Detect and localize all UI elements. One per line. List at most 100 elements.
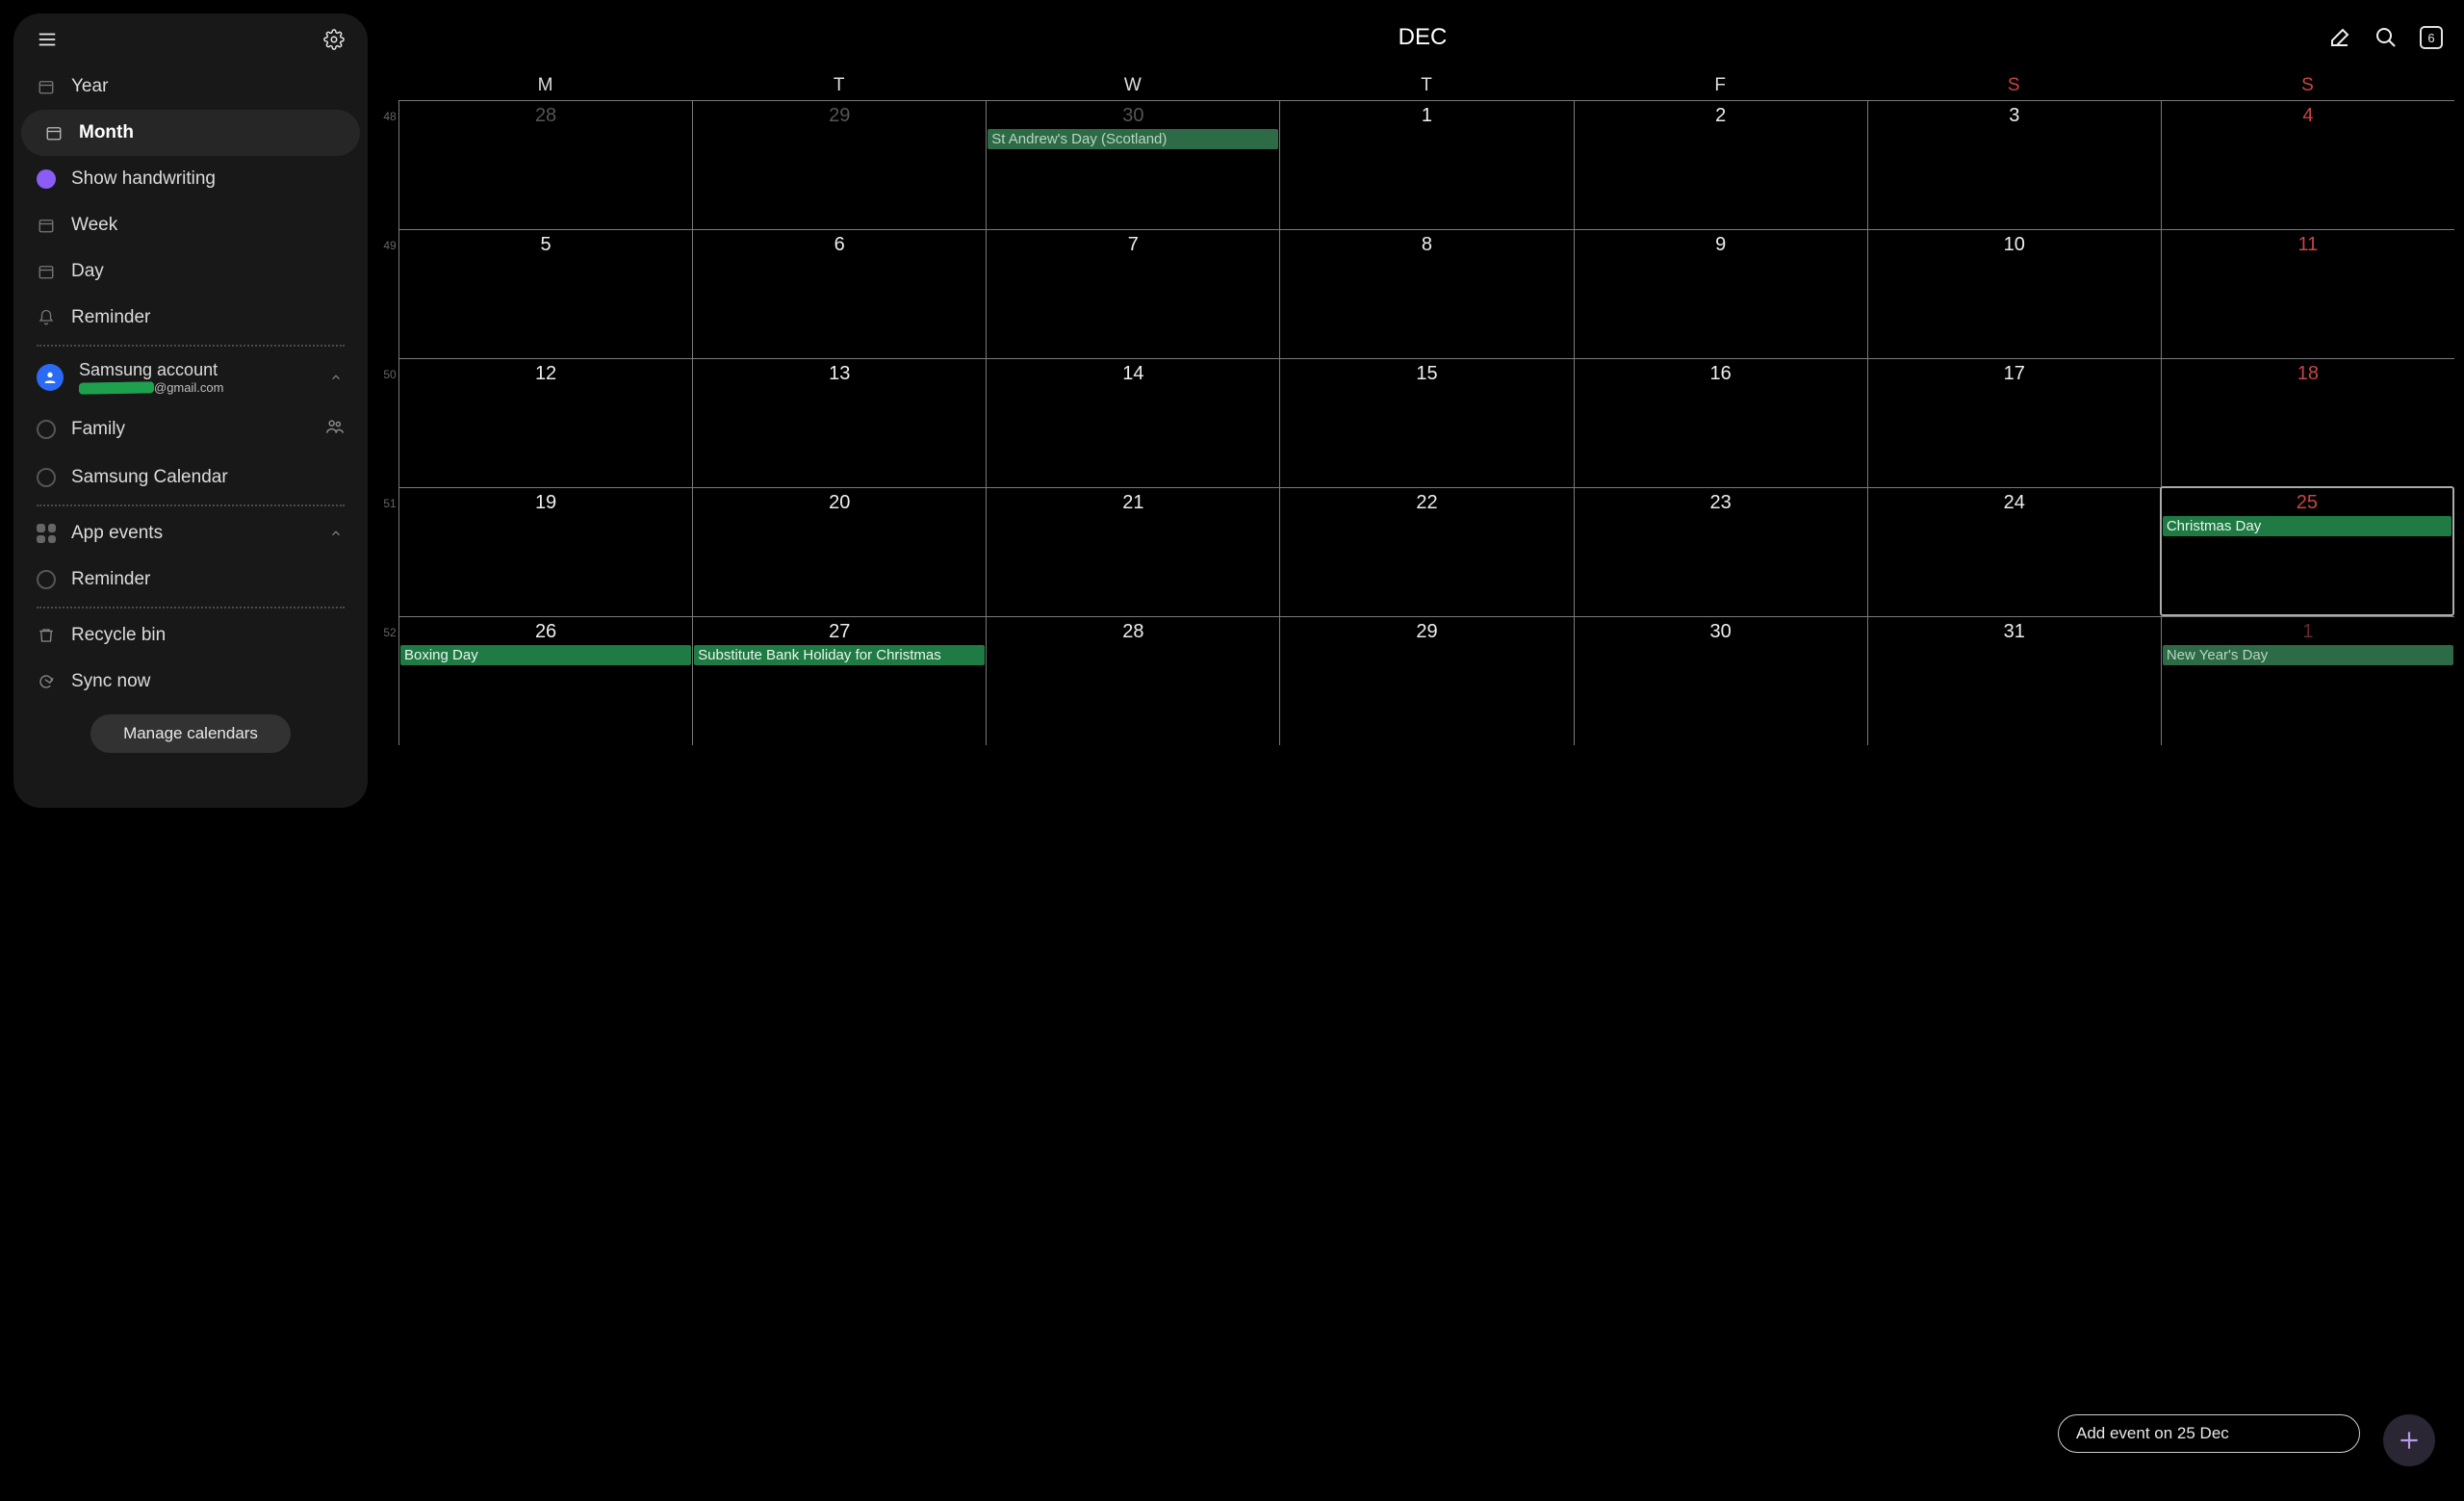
day-cell[interactable]: 21: [986, 487, 1279, 616]
chevron-up-icon[interactable]: [327, 525, 345, 542]
day-cell[interactable]: 28: [398, 100, 692, 229]
day-cell[interactable]: 30: [1574, 616, 1867, 745]
calendar-icon: [37, 216, 56, 235]
calendar-icon: [37, 77, 56, 96]
day-cell[interactable]: 25Christmas Day: [2160, 486, 2454, 616]
event-chip[interactable]: St Andrew's Day (Scotland): [988, 129, 1278, 149]
sidebar-sync[interactable]: Sync now: [13, 659, 368, 705]
calendar-grid: 48282930St Andrew's Day (Scotland)12344 9…: [381, 100, 2454, 745]
day-number: 29: [1280, 619, 1573, 643]
apps-icon: [37, 524, 56, 543]
day-cell[interactable]: 28: [986, 616, 1279, 745]
day-number: 4: [2162, 103, 2454, 127]
calendar-reminder[interactable]: Reminder: [13, 556, 368, 603]
calendar-label: Reminder: [71, 569, 150, 590]
event-chip[interactable]: Boxing Day: [400, 645, 691, 665]
chevron-up-icon[interactable]: [327, 369, 345, 386]
day-number: 30: [987, 103, 1279, 127]
sidebar-item-week[interactable]: Week: [13, 202, 368, 248]
divider: [37, 345, 345, 347]
day-number: 2: [1575, 103, 1867, 127]
day-cell[interactable]: 13: [692, 358, 986, 487]
calendar-samsung[interactable]: Samsung Calendar: [13, 454, 368, 501]
main-area: DEC 6 MTWTFSS 48282930St Andrew's Day (S…: [0, 0, 2464, 1501]
day-cell[interactable]: 8: [1279, 229, 1573, 358]
week-number: 48: [381, 100, 398, 123]
day-cell[interactable]: 22: [1279, 487, 1573, 616]
week-row: 5119202122232425Christmas Day: [381, 487, 2454, 616]
calendar-family[interactable]: Family: [13, 404, 368, 454]
day-cell[interactable]: 15: [1279, 358, 1573, 487]
nav-list: Year Month < polyline points="4 12 9 17 …: [13, 58, 368, 341]
week-row: 48282930St Andrew's Day (Scotland)1234: [381, 100, 2454, 229]
day-cell[interactable]: 24: [1867, 487, 2161, 616]
event-chip[interactable]: New Year's Day: [2163, 645, 2453, 665]
day-number: 17: [1868, 361, 2161, 385]
day-cell[interactable]: 16: [1574, 358, 1867, 487]
day-cell[interactable]: 20: [692, 487, 986, 616]
event-chip[interactable]: Substitute Bank Holiday for Christmas: [694, 645, 985, 665]
sidebar-app-events[interactable]: App events: [13, 510, 368, 556]
day-cell[interactable]: 30St Andrew's Day (Scotland): [986, 100, 1279, 229]
day-cell[interactable]: 9: [1574, 229, 1867, 358]
sidebar-item-label: Day: [71, 261, 104, 282]
day-number: 14: [987, 361, 1279, 385]
dow-label: W: [986, 75, 1279, 100]
day-cell[interactable]: 29: [1279, 616, 1573, 745]
day-cell[interactable]: 17: [1867, 358, 2161, 487]
day-cell[interactable]: 5: [398, 229, 692, 358]
day-cell[interactable]: 26Boxing Day: [398, 616, 692, 745]
sidebar-account[interactable]: Samsung account @gmail.com: [13, 350, 368, 404]
week-row: 49567891011: [381, 229, 2454, 358]
day-number: 20: [693, 490, 986, 514]
day-cell[interactable]: 10: [1867, 229, 2161, 358]
week-row: 5012131415161718: [381, 358, 2454, 487]
sidebar-item-day[interactable]: Day: [13, 248, 368, 295]
day-cell[interactable]: 23: [1574, 487, 1867, 616]
day-cell[interactable]: 2: [1574, 100, 1867, 229]
hamburger-icon[interactable]: [35, 27, 60, 52]
add-event-input[interactable]: Add event on 25 Dec: [2058, 1414, 2360, 1453]
people-icon[interactable]: [325, 417, 345, 442]
day-cell[interactable]: 12: [398, 358, 692, 487]
day-number: 3: [1868, 103, 2161, 127]
day-number: 27: [693, 619, 986, 643]
header-actions: 6: [2327, 25, 2443, 50]
day-cell[interactable]: 14: [986, 358, 1279, 487]
sidebar-recycle-bin[interactable]: Recycle bin: [13, 612, 368, 659]
week-number: 52: [381, 616, 398, 639]
add-event-placeholder: Add event on 25 Dec: [2076, 1424, 2229, 1443]
day-cell[interactable]: 1: [1279, 100, 1573, 229]
sidebar-item-month[interactable]: Month: [21, 110, 360, 156]
day-cell[interactable]: 1New Year's Day: [2161, 616, 2454, 745]
sidebar-item-show-handwriting[interactable]: < polyline points="4 12 9 17 20 6"/> Sho…: [13, 156, 368, 202]
sidebar-item-year[interactable]: Year: [13, 64, 368, 110]
header: DEC 6: [381, 0, 2464, 75]
sidebar-item-label: Reminder: [71, 307, 150, 328]
day-cell[interactable]: 7: [986, 229, 1279, 358]
dow-label: T: [1279, 75, 1573, 100]
day-cell[interactable]: 19: [398, 487, 692, 616]
fab-add-button[interactable]: [2383, 1414, 2435, 1466]
day-cell[interactable]: 11: [2161, 229, 2454, 358]
day-cell[interactable]: 4: [2161, 100, 2454, 229]
day-number: 19: [399, 490, 692, 514]
day-cell[interactable]: 6: [692, 229, 986, 358]
day-number: 25: [2162, 490, 2452, 514]
day-cell[interactable]: 27Substitute Bank Holiday for Christmas: [692, 616, 986, 745]
week-number: 51: [381, 487, 398, 510]
day-number: 11: [2162, 232, 2454, 256]
month-title[interactable]: DEC: [1399, 24, 1448, 51]
edit-icon[interactable]: [2327, 25, 2352, 50]
event-chip[interactable]: Christmas Day: [2163, 516, 2451, 536]
today-button[interactable]: 6: [2420, 26, 2443, 49]
manage-calendars-button[interactable]: Manage calendars: [90, 714, 291, 753]
search-icon[interactable]: [2374, 25, 2399, 50]
day-cell[interactable]: 31: [1867, 616, 2161, 745]
day-number: 18: [2162, 361, 2454, 385]
day-cell[interactable]: 3: [1867, 100, 2161, 229]
day-cell[interactable]: 29: [692, 100, 986, 229]
sidebar-item-reminder[interactable]: Reminder: [13, 295, 368, 341]
day-cell[interactable]: 18: [2161, 358, 2454, 487]
gear-icon[interactable]: [321, 27, 346, 52]
